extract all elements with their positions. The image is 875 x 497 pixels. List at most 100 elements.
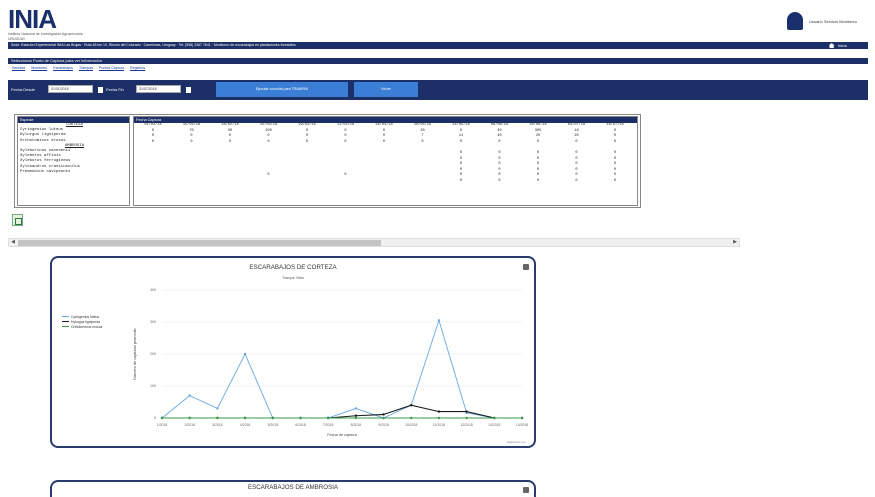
date-cell: 15/02/18: [182, 123, 201, 127]
table-row: [134, 145, 639, 150]
y-tick-label: 400: [150, 288, 156, 292]
date-cell: 15/03/18: [259, 123, 278, 127]
nav-link-sanidad[interactable]: Sanidad: [12, 66, 25, 70]
value-cell: 0: [305, 139, 309, 144]
value-cell: 11: [458, 134, 464, 139]
data-point: [216, 407, 219, 410]
legend-label: Hylurgus ligniperda: [71, 319, 101, 324]
user-menu[interactable]: Usuario Servicio Monitoreo: [786, 12, 857, 30]
value-cell: 0: [344, 173, 347, 178]
data-point: [326, 416, 330, 420]
value-cell: 0: [305, 128, 309, 133]
data-point: [354, 416, 358, 420]
nav-links: Sanidad Monitoreo Escarabajos Trampas Pu…: [12, 66, 145, 70]
x-tick-label: 1/2018: [157, 423, 167, 427]
home-label: Inicio: [837, 43, 847, 48]
value-cell: 0: [344, 128, 347, 133]
value-cell: 0: [151, 134, 155, 139]
horizontal-scrollbar[interactable]: ◀ ▶: [8, 238, 740, 247]
species-column: Especie CORTEZA Cyrtogenius luteus Hylurgu…: [17, 116, 130, 206]
value-cell: 0: [305, 134, 309, 139]
date-cell: 24/05/18: [452, 123, 470, 127]
nav-link-escarabajos[interactable]: Escarabajos: [53, 66, 73, 70]
y-axis-label: Número de capturas promedio: [133, 328, 137, 379]
value-cell: 0: [613, 167, 617, 172]
nav-link-registros[interactable]: Registros: [130, 66, 145, 70]
value-cell: 0: [536, 162, 540, 167]
legend-marker-icon: [62, 320, 69, 323]
value-cell: 0: [575, 162, 578, 167]
x-tick-label: 4/2018: [240, 423, 250, 427]
value-cell: 0: [498, 173, 501, 178]
value-cell: 0: [536, 179, 540, 183]
x-tick-label: 8/2018: [351, 423, 361, 427]
table-row: 0 0 0 0 0 0 0 7 11 40 20 20 0: [134, 134, 639, 139]
table-row: 0 0 0 0 0: [134, 179, 639, 184]
calendar-icon[interactable]: [186, 87, 191, 93]
y-tick-label: 0: [154, 416, 156, 420]
value-cell: 0: [498, 167, 501, 172]
data-point: [465, 416, 468, 420]
value-cell: 0: [190, 134, 193, 139]
x-tick-label: 13/2018: [488, 423, 500, 427]
value-cell: 0: [459, 173, 463, 178]
date-cell: 28/02/18: [221, 123, 239, 127]
back-button[interactable]: Volver: [354, 82, 418, 97]
value-cell: 0: [498, 162, 501, 167]
home-link[interactable]: Inicio: [828, 42, 847, 49]
x-tick-label: 10/2018: [405, 423, 417, 427]
data-point: [188, 394, 191, 397]
scroll-left-icon[interactable]: ◀: [9, 239, 17, 246]
scroll-thumb[interactable]: [18, 240, 381, 246]
value-cell: 0: [575, 173, 578, 178]
x-tick-label: 5/2018: [268, 423, 278, 427]
legend-item[interactable]: Orthotomicus erosus: [62, 324, 102, 329]
table-row: 0 0 0 0 0 0 0 0 0 0 0 0 0: [134, 140, 639, 145]
value-cell: 0: [536, 173, 540, 178]
value-cell: 0: [575, 179, 578, 183]
chart-panel-ambrosia: ESCARABAJOS DE AMBROSIA: [50, 480, 536, 497]
value-cell: 40: [497, 128, 502, 133]
series-line: [161, 318, 522, 419]
value-cell: 0: [498, 139, 501, 144]
nav-link-puntos[interactable]: Puntos Captura: [99, 66, 124, 70]
value-cell: 0: [613, 128, 617, 133]
chart-credit: Highcharts.com: [506, 440, 526, 444]
value-cell: 0: [613, 151, 617, 155]
date-cell: 11/04/18: [336, 123, 355, 127]
value-cell: 0: [613, 162, 617, 167]
scroll-right-icon[interactable]: ▶: [731, 239, 739, 246]
info-bar: Sede: Estación Experimental INIA Las Bru…: [8, 42, 868, 49]
y-tick-label: 200: [150, 352, 156, 356]
value-cell: 0: [498, 156, 501, 161]
value-cell: 0: [344, 139, 347, 144]
value-cell: 0: [575, 151, 578, 155]
value-cell: 0: [382, 128, 386, 133]
calendar-icon[interactable]: [98, 87, 103, 93]
query-button[interactable]: Ejecutar consulta para TRAMPAS: [216, 82, 348, 97]
value-cell: 0: [613, 134, 617, 139]
value-cell: 0: [536, 139, 540, 144]
value-cell: 0: [459, 128, 463, 133]
table-row: 0 0 0 0 0: [134, 168, 639, 173]
data-point: [216, 416, 219, 420]
nav-link-monitoreo[interactable]: Monitoreo: [31, 66, 47, 70]
export-excel-icon[interactable]: [12, 214, 23, 226]
fecha-desde-input[interactable]: 01/01/2018: [48, 85, 93, 93]
value-cell: 16: [574, 128, 579, 133]
inia-logo[interactable]: INIA Instituto Nacional de Investigación…: [8, 6, 103, 41]
nav-link-trampas[interactable]: Trampas: [79, 66, 93, 70]
series-line: [162, 404, 522, 419]
data-point: [299, 416, 302, 420]
chart-menu-icon[interactable]: [523, 487, 529, 493]
fecha-hasta-input[interactable]: 31/07/2018: [136, 85, 181, 93]
date-cell: 26/04/18: [375, 123, 393, 127]
value-cell: 0: [190, 139, 193, 144]
data-point: [437, 416, 441, 420]
value-cell: 0: [228, 134, 232, 139]
info-bar-text: Sede: Estación Experimental INIA Las Bru…: [11, 43, 296, 47]
value-cell: 0: [382, 134, 386, 139]
legend-marker-icon: [62, 325, 69, 328]
data-point: [410, 404, 413, 407]
value-cell: 0: [382, 139, 386, 144]
